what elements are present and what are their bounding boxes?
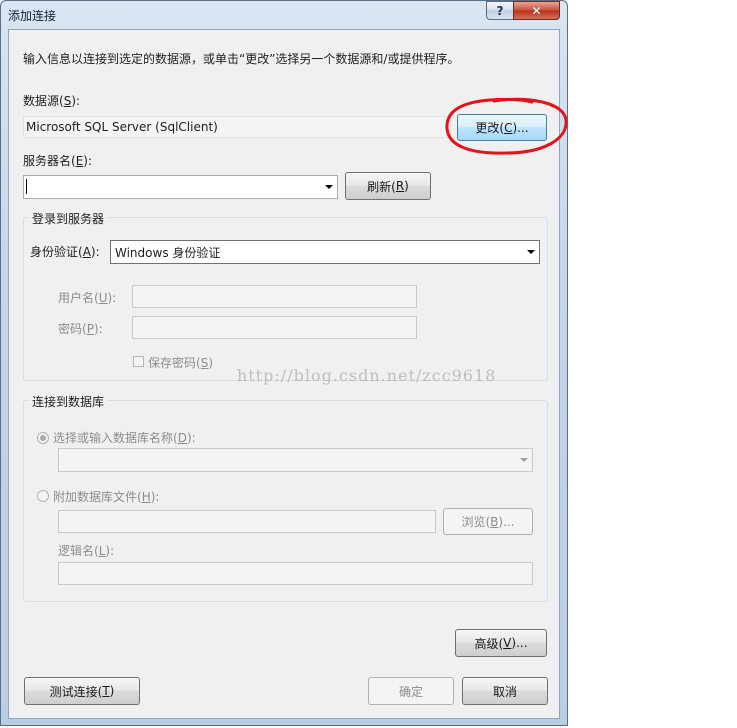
annotation-stroke <box>445 97 568 155</box>
auth-select-value: Windows 身份验证 <box>115 246 221 260</box>
database-name-combobox[interactable] <box>58 448 533 472</box>
close-button[interactable]: ✕ <box>513 1 560 20</box>
data-source-value: Microsoft SQL Server (SqlClient) <box>26 120 218 134</box>
username-input[interactable] <box>132 285 417 308</box>
chevron-down-icon <box>324 185 333 189</box>
data-source-label: 数据源(S): <box>23 94 81 108</box>
select-db-radio[interactable] <box>37 432 49 444</box>
ok-button[interactable]: 确定 <box>368 677 454 705</box>
server-name-dropdown-button[interactable] <box>320 176 337 198</box>
attach-db-label: 附加数据库文件(H): <box>53 490 160 504</box>
test-connection-button[interactable]: 测试连接(T) <box>24 677 140 705</box>
save-password-checkbox[interactable] <box>133 356 144 367</box>
title-bar[interactable]: 添加连接 ? ✕ <box>1 1 567 29</box>
data-source-field: Microsoft SQL Server (SqlClient) <box>23 116 451 138</box>
chevron-down-icon <box>519 458 528 462</box>
refresh-button[interactable]: 刷新(R) <box>345 172 431 200</box>
cancel-button[interactable]: 取消 <box>462 677 548 705</box>
logical-name-label: 逻辑名(L): <box>58 544 115 558</box>
database-group-title: 连接到数据库 <box>29 393 108 410</box>
password-label: 密码(P): <box>58 322 103 336</box>
window-title: 添加连接 <box>8 9 57 23</box>
auth-label: 身份验证(A): <box>30 245 100 259</box>
select-db-label: 选择或输入数据库名称(D): <box>53 431 196 445</box>
browse-button[interactable]: 浏览(B)... <box>443 508 533 535</box>
attach-db-radio[interactable] <box>37 490 49 502</box>
auth-dropdown-button[interactable] <box>522 241 539 263</box>
intro-text: 输入信息以连接到选定的数据源，或单击“更改”选择另一个数据源和/或提供程序。 <box>23 52 460 66</box>
save-password-label: 保存密码(S) <box>148 356 213 370</box>
watermark: http://blog.csdn.net/zcc9618 <box>237 366 497 385</box>
close-icon: ✕ <box>531 3 542 18</box>
database-dropdown-button[interactable] <box>515 449 532 471</box>
annotation-circle <box>445 97 568 155</box>
auth-select[interactable]: Windows 身份验证 <box>110 240 540 264</box>
password-input[interactable] <box>132 316 417 339</box>
text-caret <box>26 179 27 194</box>
help-button[interactable]: ? <box>486 1 514 20</box>
help-icon: ? <box>496 3 504 18</box>
attach-db-file-input[interactable] <box>58 510 436 533</box>
server-name-label: 服务器名(E): <box>23 154 93 168</box>
server-name-combobox[interactable] <box>23 175 338 199</box>
login-group-title: 登录到服务器 <box>29 210 108 227</box>
username-label: 用户名(U): <box>58 291 117 305</box>
chevron-down-icon <box>526 250 535 254</box>
advanced-button[interactable]: 高级(V)... <box>455 629 547 657</box>
logical-name-input[interactable] <box>58 562 533 585</box>
